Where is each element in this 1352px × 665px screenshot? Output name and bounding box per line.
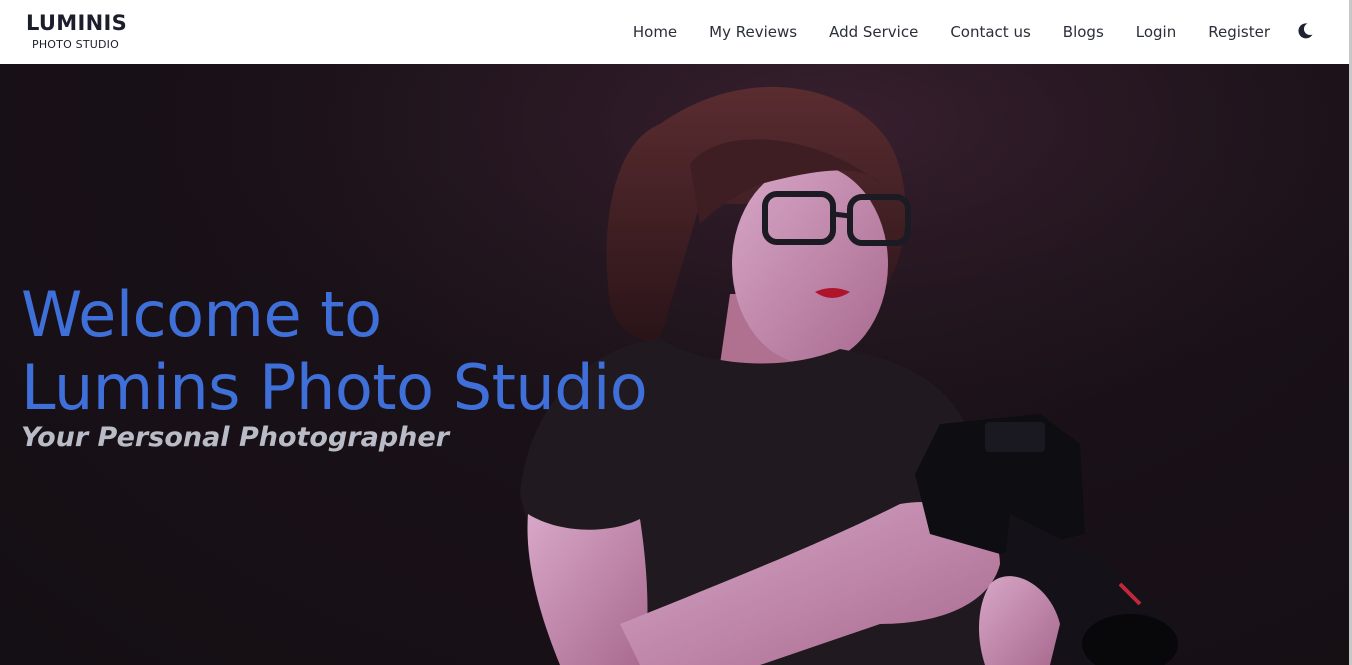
brand-tagline: PHOTO STUDIO — [32, 38, 119, 51]
nav-link-add-service[interactable]: Add Service — [829, 23, 918, 41]
nav-link-register[interactable]: Register — [1208, 23, 1270, 41]
brand-name: LUMINIS — [26, 11, 128, 35]
hero-title: Welcome to Lumins Photo Studio — [21, 278, 648, 424]
hero-title-line-2: Lumins Photo Studio — [21, 351, 648, 424]
nav-link-my-reviews[interactable]: My Reviews — [709, 23, 797, 41]
nav-menu: Home My Reviews Add Service Contact us B… — [601, 0, 1270, 64]
hero-section: Welcome to Lumins Photo Studio Your Pers… — [0, 64, 1349, 665]
navbar: LUMINIS PHOTO STUDIO Home My Reviews Add… — [0, 0, 1352, 64]
nav-link-home[interactable]: Home — [633, 23, 677, 41]
nav-link-login[interactable]: Login — [1136, 23, 1176, 41]
nav-link-contact-us[interactable]: Contact us — [950, 23, 1030, 41]
hero-text-block: Welcome to Lumins Photo Studio Your Pers… — [21, 278, 648, 453]
brand-logo[interactable]: LUMINIS PHOTO STUDIO — [26, 11, 128, 51]
nav-link-blogs[interactable]: Blogs — [1063, 23, 1104, 41]
moon-icon[interactable] — [1296, 22, 1314, 40]
hero-subtitle: Your Personal Photographer — [21, 422, 450, 453]
hero-title-line-1: Welcome to — [21, 278, 382, 351]
